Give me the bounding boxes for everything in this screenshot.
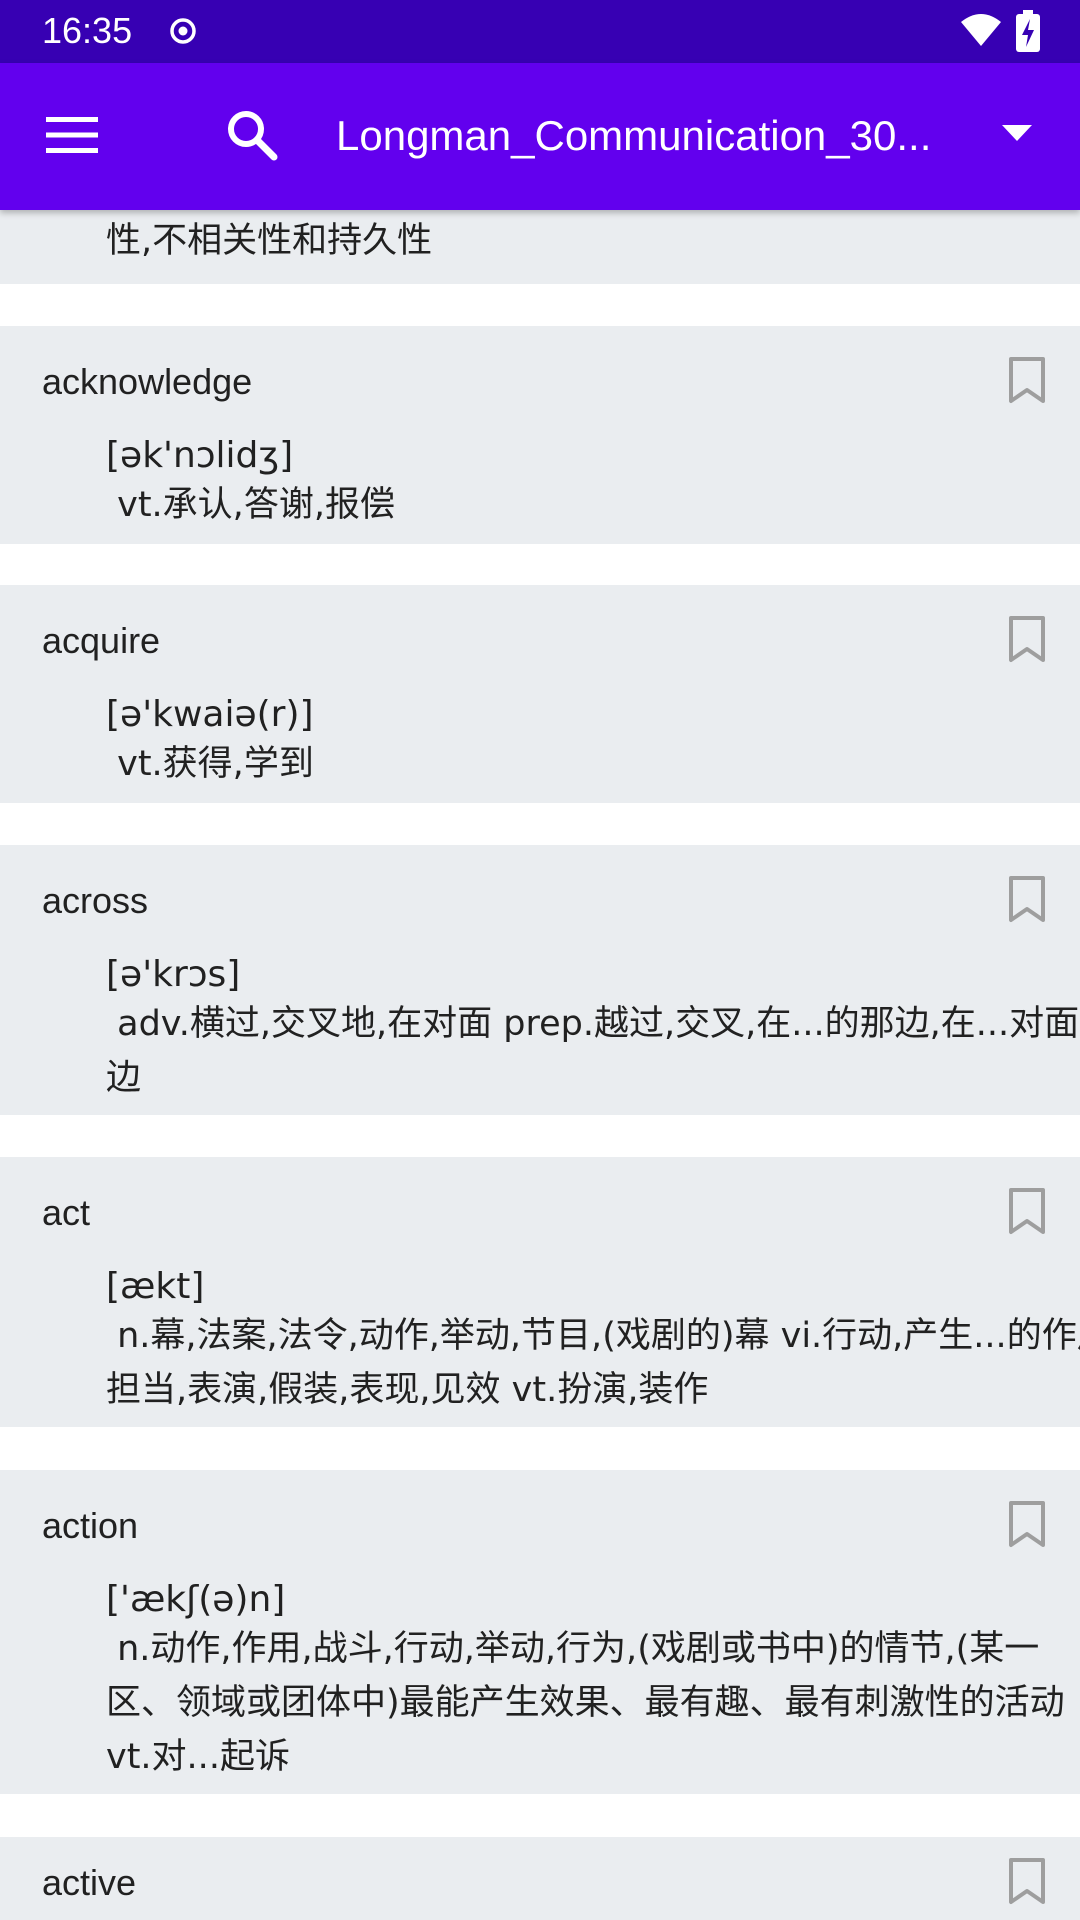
list-item[interactable]: across [ə'krɔs] adv.横过,交叉地,在对面 prep.越过,交…: [0, 845, 1080, 1115]
status-bar: 16:35: [0, 0, 1080, 63]
entry-word: active: [42, 1862, 137, 1903]
entry-word: across: [42, 880, 149, 921]
app-bar: Longman_Communication_30...: [0, 63, 1080, 210]
entry-phonetic: [ək'nɔlidʒ]: [106, 435, 294, 476]
word-list[interactable]: 性,不相关性和持久性 acknowledge [ək'nɔlidʒ] vt.承认…: [0, 210, 1080, 1920]
list-item[interactable]: active: [0, 1837, 1080, 1920]
list-item[interactable]: acquire [ə'kwaiə(r)] vt.获得,学到: [0, 585, 1080, 803]
entry-phonetic: [ə'kwaiə(r)]: [106, 694, 314, 735]
entry-word: act: [42, 1192, 91, 1233]
entry-definition: vt.承认,答谢,报偿: [106, 485, 395, 525]
entry-definition: n.幕,法案,法令,动作,举动,节目,(戏剧的)幕 vi.行动,产生...的作用…: [106, 1316, 1080, 1410]
list-item[interactable]: act [ækt] n.幕,法案,法令,动作,举动,节目,(戏剧的)幕 vi.行…: [0, 1157, 1080, 1427]
entry-definition: 性,不相关性和持久性: [106, 221, 433, 261]
list-item[interactable]: acknowledge [ək'nɔlidʒ] vt.承认,答谢,报偿: [0, 326, 1080, 544]
entry-definition: adv.横过,交叉地,在对面 prep.越过,交叉,在...的那边,在...对面…: [106, 1004, 1080, 1098]
bookmark-icon[interactable]: [1008, 1500, 1046, 1548]
entry-word: acquire: [42, 620, 161, 661]
bookmark-icon[interactable]: [1008, 1187, 1046, 1235]
bookmark-icon[interactable]: [1008, 615, 1046, 663]
entry-phonetic: [ə'krɔs]: [106, 954, 241, 995]
list-item-partial[interactable]: 性,不相关性和持久性: [0, 210, 1080, 284]
search-icon[interactable]: [226, 109, 278, 161]
dropdown-arrow-icon: [1002, 125, 1032, 141]
bookmark-icon[interactable]: [1008, 356, 1046, 404]
entry-word: action: [42, 1505, 139, 1546]
battery-charging-icon: [1016, 10, 1040, 52]
entry-definition: vt.获得,学到: [106, 744, 314, 784]
bookmark-icon[interactable]: [1008, 875, 1046, 923]
status-time: 16:35: [42, 10, 133, 51]
menu-icon[interactable]: [46, 115, 98, 155]
entry-phonetic: [ækt]: [106, 1266, 205, 1307]
entry-phonetic: ['ækʃ(ə)n]: [106, 1579, 286, 1620]
dictionary-title: Longman_Communication_30...: [336, 112, 932, 159]
list-item[interactable]: action ['ækʃ(ə)n] n.动作,作用,战斗,行动,举动,行为,(戏…: [0, 1470, 1080, 1794]
recording-dot-icon: [170, 18, 196, 44]
bookmark-icon[interactable]: [1008, 1857, 1046, 1905]
dictionary-selector[interactable]: Longman_Communication_30...: [336, 101, 1056, 171]
entry-definition: n.动作,作用,战斗,行动,举动,行为,(戏剧或书中)的情节,(某一 区、领域或…: [106, 1629, 1065, 1777]
wifi-icon: [961, 14, 1001, 46]
entry-word: acknowledge: [42, 361, 253, 402]
